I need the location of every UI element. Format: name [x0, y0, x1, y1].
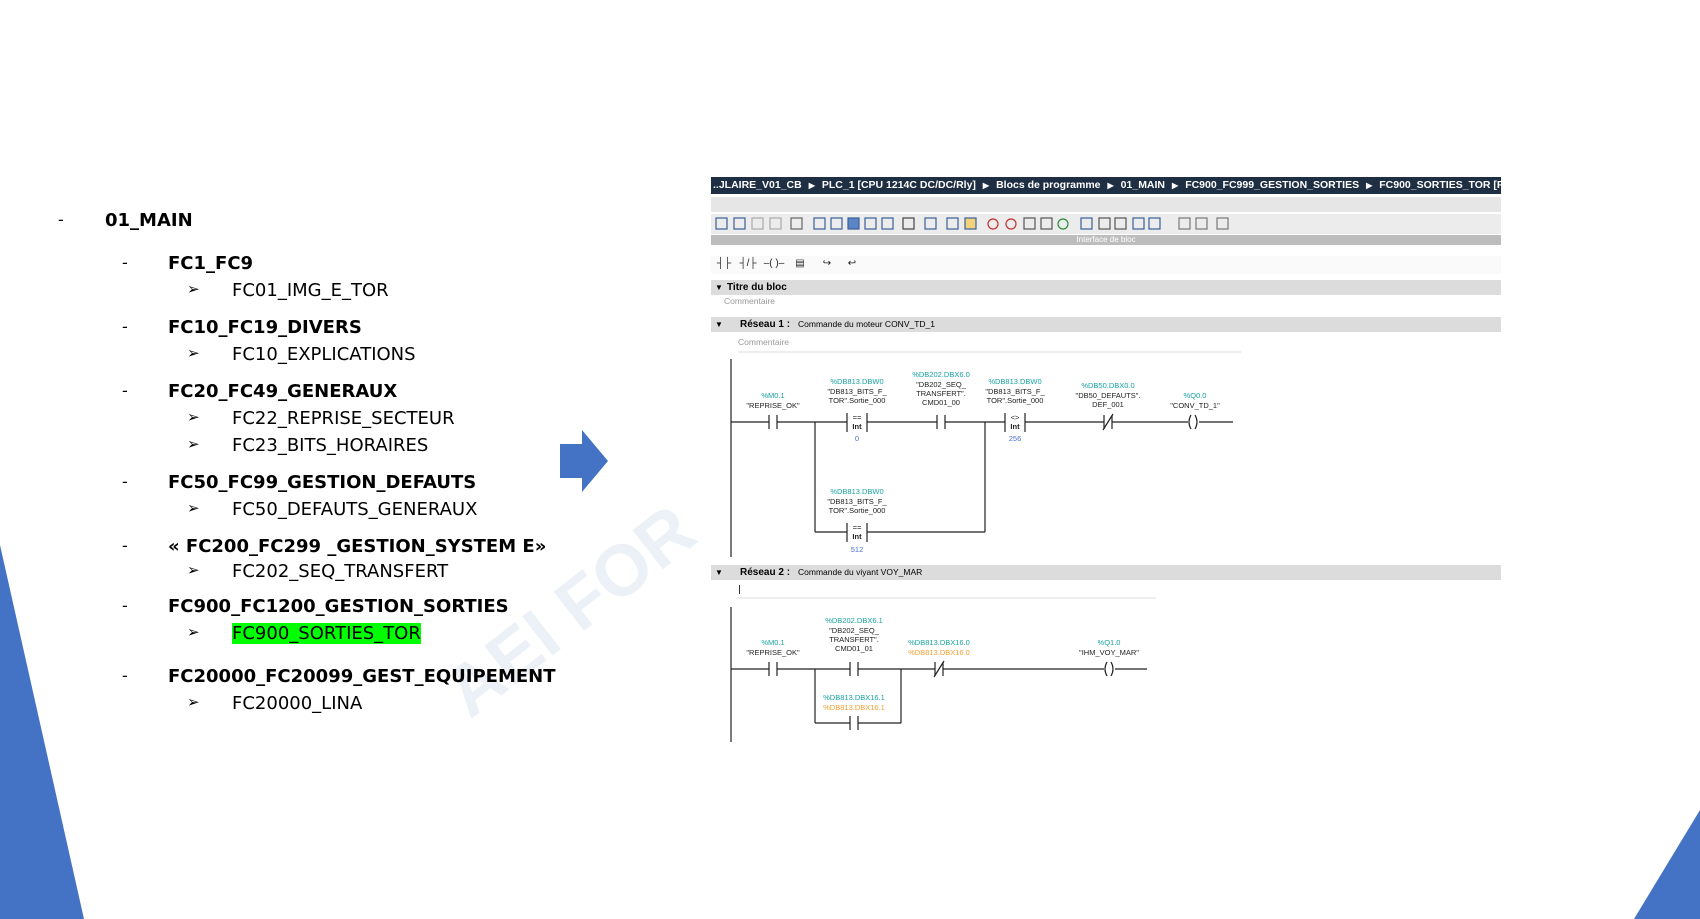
coil-symbol: "IHM_VOY_MAR" — [1079, 648, 1139, 657]
bullet-dash: - — [122, 596, 128, 615]
compare-address: %DB813.DBW0 — [830, 377, 883, 386]
contact-address-alt: %DB813.DBX16.0 — [908, 648, 970, 657]
contact-symbol: CMD01_00 — [922, 398, 960, 407]
arrow-bullet-icon: ➢ — [187, 499, 200, 517]
compare-symbol: "DB813_BITS_F_ — [827, 497, 887, 506]
tia-portal-editor: ..JLAIRE_V01_CB ▶ PLC_1 [CPU 1214C DC/DC/R… — [711, 177, 1501, 747]
arrow-bullet-icon: ➢ — [187, 408, 200, 426]
compare-address: %DB813.DBW0 — [988, 377, 1041, 386]
compare-symbol: TOR".Sortie_000 — [987, 396, 1044, 405]
ladder-coil — [1104, 661, 1108, 677]
contact-address: %M0.1 — [761, 638, 784, 647]
arrow-bullet-icon: ➢ — [187, 561, 200, 579]
contact-symbol: "DB202_SEQ_ — [916, 380, 967, 389]
bullet-dash: - — [58, 210, 64, 229]
group-item: FC20000_LINA — [232, 693, 363, 714]
group-label: FC20000_FC20099_GEST_EQUIPEMENT — [168, 666, 556, 687]
group-item: FC23_BITS_HORAIRES — [232, 435, 429, 456]
group-item: FC202_SEQ_TRANSFERT — [232, 561, 449, 582]
contact-symbol: CMD01_01 — [835, 644, 873, 653]
bullet-dash: - — [122, 317, 128, 336]
coil-address: %Q1.0 — [1098, 638, 1121, 647]
blue-triangle-right — [1634, 810, 1700, 919]
group-label: FC1_FC9 — [168, 253, 254, 274]
compare-operator: == — [853, 523, 862, 532]
group-item: FC01_IMG_E_TOR — [232, 280, 389, 301]
text-cursor — [739, 585, 740, 594]
compare-address: %DB813.DBW0 — [830, 487, 883, 496]
ladder-coil — [1188, 414, 1192, 430]
compare-symbol: TOR".Sortie_000 — [829, 506, 886, 515]
ladder-diagram: %M0.1 "REPRISE_OK" %DB813.DBW0 "DB813_BI… — [730, 351, 1241, 742]
program-outline: - 01_MAIN - FC1_FC9 ➢ FC01_IMG_E_TOR - F… — [0, 0, 560, 919]
group-item: FC22_REPRISE_SECTEUR — [232, 408, 455, 429]
arrow-bullet-icon: ➢ — [187, 623, 200, 641]
blue-next-arrow — [560, 430, 608, 492]
compare-value: 0 — [855, 434, 859, 443]
compare-type: Int — [1010, 422, 1020, 431]
coil-symbol: "CONV_TD_1" — [1170, 401, 1220, 410]
contact-address: %DB813.DBX16.0 — [908, 638, 970, 647]
compare-symbol: "DB813_BITS_F_ — [985, 387, 1045, 396]
bullet-dash: - — [122, 472, 128, 491]
group-label: FC10_FC19_DIVERS — [168, 317, 362, 338]
arrow-bullet-icon: ➢ — [187, 344, 200, 362]
ladder-coil — [1110, 661, 1114, 677]
group-label: FC20_FC49_GENERAUX — [168, 381, 398, 402]
group-item-highlighted: FC900_SORTIES_TOR — [232, 623, 421, 644]
contact-address-alt: %DB813.DBX16.1 — [823, 703, 885, 712]
arrow-bullet-icon: ➢ — [187, 280, 200, 298]
contact-symbol: "DB202_SEQ_ — [829, 626, 880, 635]
bullet-dash: - — [122, 536, 128, 555]
group-item: FC50_DEFAUTS_GENERAUX — [232, 499, 478, 520]
arrow-bullet-icon: ➢ — [187, 693, 200, 711]
contact-address: %DB50.DBX0.0 — [1081, 381, 1134, 390]
ladder-coil — [1194, 414, 1198, 430]
group-label: « FC200_FC299 _GESTION_SYSTEM E» — [168, 536, 547, 557]
bullet-dash: - — [122, 253, 128, 272]
bullet-dash: - — [122, 381, 128, 400]
compare-operator: <> — [1011, 413, 1020, 422]
root-title: 01_MAIN — [105, 210, 193, 231]
compare-operator: == — [853, 413, 862, 422]
compare-value: 512 — [851, 545, 864, 554]
contact-address: %M0.1 — [761, 391, 784, 400]
compare-symbol: TOR".Sortie_000 — [829, 396, 886, 405]
coil-address: %Q0.0 — [1184, 391, 1207, 400]
group-label: FC900_FC1200_GESTION_SORTIES — [168, 596, 509, 617]
compare-type: Int — [852, 422, 862, 431]
contact-symbol: TRANSFERT". — [829, 635, 879, 644]
contact-address: %DB202.DBX6.0 — [912, 370, 970, 379]
group-label: FC50_FC99_GESTION_DEFAUTS — [168, 472, 477, 493]
contact-symbol: "REPRISE_OK" — [746, 648, 800, 657]
compare-type: Int — [852, 532, 862, 541]
contact-symbol: DEF_001 — [1092, 400, 1124, 409]
arrow-bullet-icon: ➢ — [187, 435, 200, 453]
compare-value: 256 — [1009, 434, 1022, 443]
bullet-dash: - — [122, 666, 128, 685]
contact-address: %DB813.DBX16.1 — [823, 693, 885, 702]
contact-symbol: "REPRISE_OK" — [746, 401, 800, 410]
contact-symbol: TRANSFERT". — [916, 389, 966, 398]
compare-symbol: "DB813_BITS_F_ — [827, 387, 887, 396]
group-item: FC10_EXPLICATIONS — [232, 344, 416, 365]
contact-symbol: "DB50_DEFAUTS". — [1076, 391, 1141, 400]
contact-address: %DB202.DBX6.1 — [825, 616, 883, 625]
